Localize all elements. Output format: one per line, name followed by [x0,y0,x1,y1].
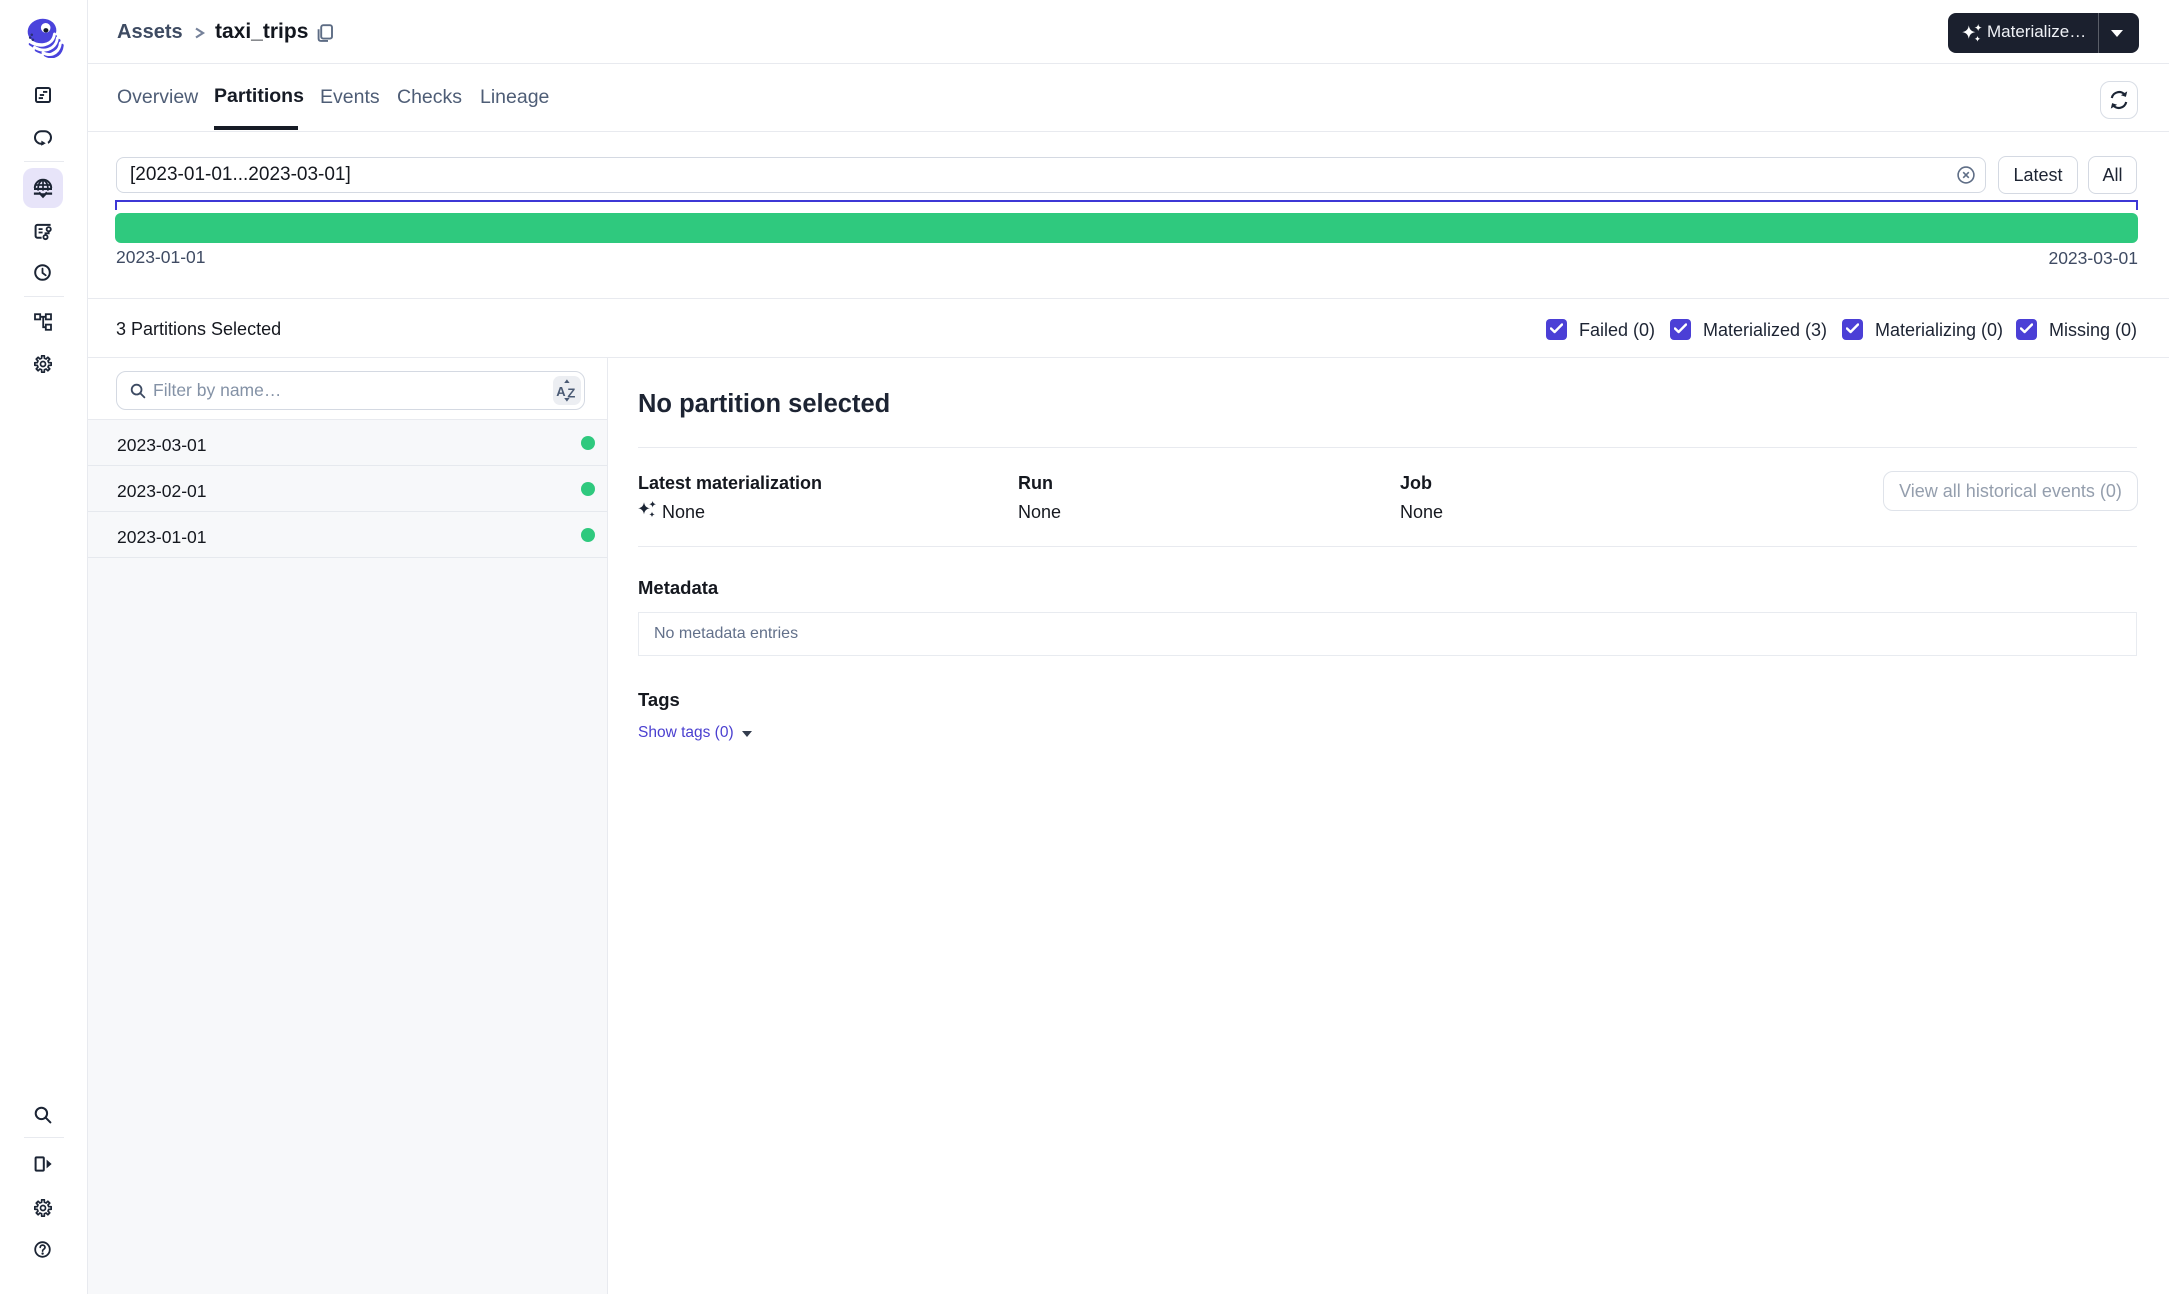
svg-text:A: A [556,384,566,399]
svg-text:Z: Z [567,386,575,401]
